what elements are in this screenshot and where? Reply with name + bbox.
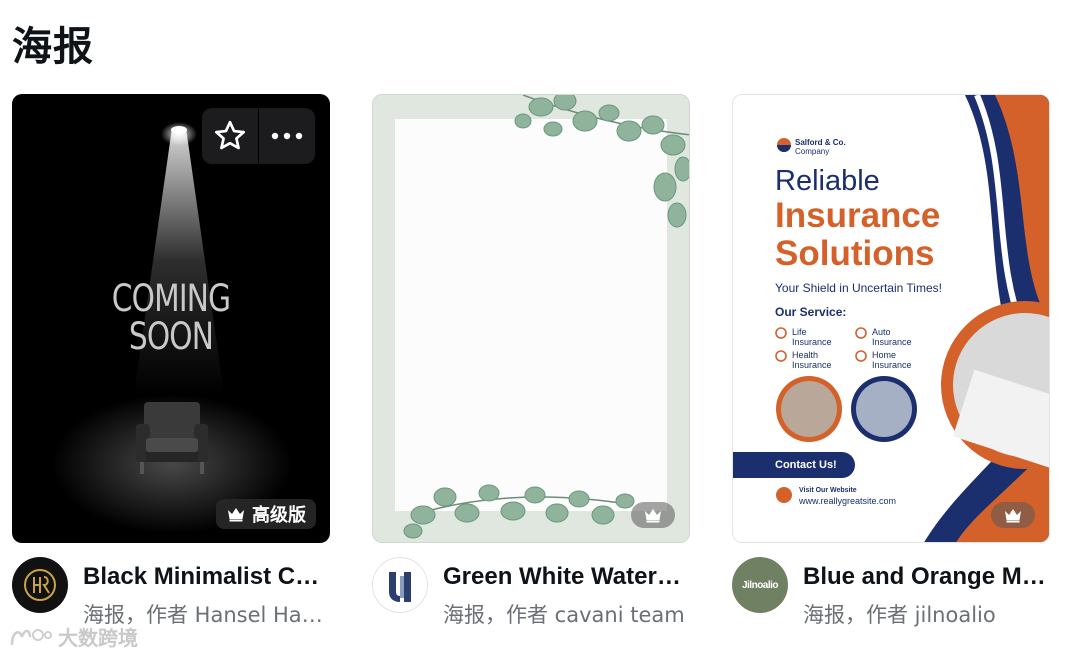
hr-logo-icon [24, 569, 56, 601]
template-title[interactable]: Black Minimalist Coming Soon Poster [83, 563, 330, 591]
company-name: Salford & Co. Company [795, 138, 846, 156]
poster-tagline: Your Shield in Uncertain Times! [775, 281, 942, 295]
poster-heading-1: Reliable [775, 165, 880, 197]
service-item: Health Insurance [792, 350, 832, 370]
template-title[interactable]: Blue and Orange Modern Insurance Poster [803, 563, 1050, 591]
watermark-logo-icon [10, 628, 52, 645]
services-title: Our Service: [775, 305, 847, 319]
premium-badge: 高级版 [216, 499, 316, 529]
crown-icon [228, 508, 244, 522]
template-thumbnail[interactable]: COMING SOON 高级版 [12, 94, 330, 543]
author-avatar[interactable] [12, 557, 68, 613]
more-dots-icon [271, 132, 303, 140]
service-item: Auto Insurance [872, 327, 912, 347]
premium-badge [991, 502, 1035, 528]
template-author: 海报，作者 jilnoalio [803, 603, 996, 627]
template-card-black-minimalist[interactable]: COMING SOON 高级版 Black Minimalist Com 海报，… [12, 94, 330, 637]
premium-label: 高级版 [252, 505, 306, 526]
service-item: Home Insurance [872, 350, 912, 370]
template-author: 海报，作者 cavani team [443, 603, 685, 627]
eucalyptus-decoration [403, 95, 689, 539]
template-thumbnail[interactable] [372, 94, 690, 543]
favorite-button[interactable] [202, 108, 258, 164]
poster-heading-2: Insurance Solutions [775, 196, 941, 273]
star-icon [215, 120, 245, 150]
website-url: www.reallygreatsite.com [799, 496, 897, 506]
premium-badge [631, 502, 675, 528]
section-title: 海报 [12, 24, 94, 70]
more-options-button[interactable] [259, 108, 315, 164]
armchair-illustration [136, 402, 208, 474]
template-card-insurance[interactable]: Salford & Co. Company Reliable Insurance… [732, 94, 1050, 637]
watermark: 大数跨境 [8, 622, 138, 651]
crown-icon [645, 509, 661, 523]
poster-headline: COMING SOON [111, 277, 231, 358]
crown-icon [1005, 509, 1021, 523]
contact-cta: Contact Us! [733, 452, 855, 478]
author-avatar[interactable] [372, 557, 428, 613]
template-thumbnail[interactable]: Salford & Co. Company Reliable Insurance… [732, 94, 1050, 543]
avatar-text: Jilnoalio [741, 579, 779, 591]
uc-logo-icon [389, 572, 411, 602]
author-avatar[interactable]: Jilnoalio [732, 557, 788, 613]
website-label: Visit Our Website [799, 487, 857, 494]
template-title[interactable]: Green White Watercolor Eucalyptus Poster [443, 563, 690, 591]
service-item: Life Insurance [792, 327, 832, 347]
template-card-green-watercolor[interactable]: Green White Watercolor Eucalyptus Poster… [372, 94, 690, 637]
